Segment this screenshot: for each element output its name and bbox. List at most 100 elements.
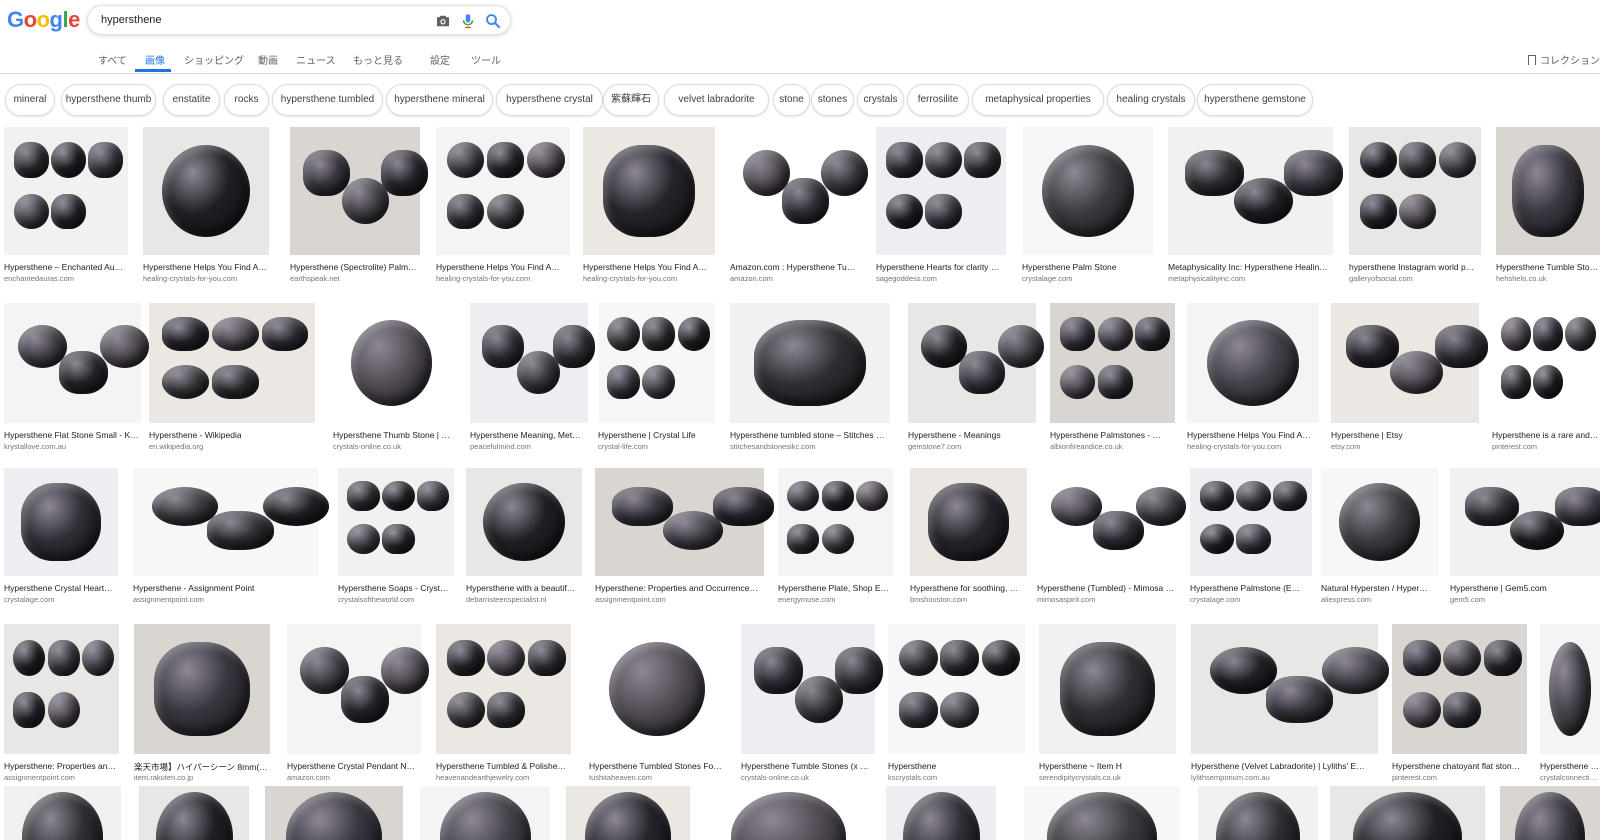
chip-7[interactable]: 紫蘇輝石 [603,84,659,116]
result-title[interactable]: Hypersthene: Properties and Occurrence… [595,583,774,593]
image-result[interactable]: Metaphysicality Inc: Hypersthene Healin…… [1168,127,1343,287]
result-source[interactable]: crystalconnection.com [1540,773,1600,782]
result-source[interactable]: serendipitycrystals.co.uk [1039,773,1186,782]
result-source[interactable]: etsy.com [1331,442,1489,451]
image-thumbnail[interactable] [287,624,430,754]
collections-link[interactable]: コレクション [1528,52,1600,67]
result-source[interactable]: debarristeenspecialist.nl [466,595,592,604]
image-thumbnail[interactable] [133,468,330,576]
result-title[interactable]: Hypersthene | C… [1540,761,1600,771]
image-result[interactable]: Hypersthene with a beautif… debarristeens… [466,468,582,608]
image-result[interactable] [265,786,403,840]
result-source[interactable]: amazon.com [730,274,870,283]
tab-news[interactable]: ニュース [296,52,336,67]
image-thumbnail[interactable] [910,468,1027,576]
result-source[interactable]: gem5.com [1450,595,1600,604]
result-source[interactable]: albionfireandice.co.uk [1050,442,1185,451]
image-thumbnail[interactable] [1349,127,1481,255]
image-result[interactable]: Hypersthene Soaps - Cryst… crystalsofthew… [338,468,454,608]
result-source[interactable]: healing-crystals-for-you.com [143,274,279,283]
image-thumbnail[interactable] [1191,624,1390,754]
result-title[interactable]: Amazon.com : Hypersthene Tu… [730,262,870,272]
result-source[interactable]: amazon.com [287,773,431,782]
result-title[interactable]: Hypersthene Tumbled & Polishe… [436,761,581,771]
image-result[interactable]: Hypersthene – Enchanted Au… enchantedaura… [4,127,128,287]
tab-shopping[interactable]: ショッピング [184,52,244,67]
result-source[interactable]: crystals-online.co.uk [741,773,885,782]
result-title[interactable]: Hypersthene (Velvet Labradorite) | Lylit… [1191,761,1388,771]
image-result[interactable] [1330,786,1485,840]
result-title[interactable]: Hypersthene - Assignment Point [133,583,328,593]
image-thumbnail[interactable] [595,468,775,576]
result-source[interactable]: pinterest.com [1392,773,1537,782]
result-source[interactable]: healing-crystals-for-you.com [583,274,725,283]
image-thumbnail[interactable] [1321,468,1438,576]
image-result[interactable]: Hypersthene | Gem5.com gem5.com [1450,468,1600,608]
image-result[interactable]: Hypersthene Crystal Heart… crystalage.com [4,468,118,608]
result-title[interactable]: Hypersthene is a rare and s… [1492,430,1600,440]
image-result[interactable]: Hypersthene Helps You Find A… healing-cry… [436,127,570,287]
image-thumbnail[interactable] [1039,624,1176,754]
image-result[interactable]: Hypersthene (Spectrolite) Palm… earthspea… [290,127,428,287]
image-thumbnail[interactable] [333,303,450,423]
result-title[interactable]: Hypersthene | Crystal Life [598,430,725,440]
image-result[interactable]: Hypersthene Flat Stone Small - K… krystal… [4,303,150,455]
image-result[interactable] [706,786,871,840]
image-thumbnail[interactable] [876,127,1006,255]
image-result[interactable]: Hypersthene | Crystal Life crystal-life.c… [598,303,715,455]
image-result[interactable]: Hypersthene ~ Item Hserendipitycrystals.… [1039,624,1176,786]
result-title[interactable]: Hypersthene | Etsy [1331,430,1489,440]
result-source[interactable]: peacefulmind.com [470,442,598,451]
image-thumbnail[interactable] [338,468,454,576]
search-box[interactable] [87,5,511,35]
result-title[interactable]: Hypersthene Tumbled Stones Fo… [589,761,735,771]
result-source[interactable]: earthspeak.net [290,274,430,283]
image-result[interactable] [4,786,121,840]
result-source[interactable]: krystallove.com.au [4,442,151,451]
chip-13[interactable]: metaphysical properties [972,84,1104,116]
result-title[interactable]: Hypersthene - Wikipedia [149,430,325,440]
result-title[interactable]: Hypersthene Helps You Find A… [143,262,279,272]
result-title[interactable]: Hypersthene Helps You Find A… [1187,430,1329,440]
image-result[interactable]: Hypersthene Helps You Find A… healing-cry… [143,127,269,287]
image-result[interactable]: Hypersthene Plate, Shop E… energymuse.com [778,468,893,608]
result-source[interactable]: mimosaspirit.com [1037,595,1188,604]
image-thumbnail[interactable] [436,127,570,255]
result-title[interactable]: Hypersthene – Enchanted Au… [4,262,138,272]
result-source[interactable]: hehshelo.co.uk [1496,274,1600,283]
result-title[interactable]: Hypersthene Flat Stone Small - K… [4,430,151,440]
result-title[interactable]: Hypersthene Tumble Stone… [1496,262,1600,272]
image-result[interactable]: Natural Hypersten / Hyper… aliexpress.com [1321,468,1438,608]
result-title[interactable]: Hypersthene tumbled stone – Stitches … [730,430,900,440]
result-source[interactable]: en.wikipedia.org [149,442,325,451]
image-result[interactable]: Hypersthene (Velvet Labradorite) | Lylit… [1191,624,1390,786]
result-title[interactable]: Hypersthene | Gem5.com [1450,583,1600,593]
chip-5[interactable]: hypersthene mineral [386,84,493,116]
image-thumbnail[interactable] [1392,624,1527,754]
image-result[interactable] [139,786,249,840]
result-title[interactable]: Hypersthene ~ Item H [1039,761,1186,771]
image-result[interactable]: Hypersthene - Wikipedia en.wikipedia.org [149,303,315,455]
image-thumbnail[interactable] [1496,127,1600,255]
result-source[interactable]: aliexpress.com [1321,595,1448,604]
result-title[interactable]: Hypersthene: Properties an… [4,761,129,771]
result-source[interactable]: kscrystals.com [888,773,1036,782]
result-source[interactable]: pinterest.com [1492,442,1600,451]
image-thumbnail[interactable] [4,468,118,576]
result-title[interactable]: Hypersthene Thumb Stone | … [333,430,460,440]
result-source[interactable]: healing-crystals-for-you.com [1187,442,1329,451]
result-source[interactable]: item.rakuten.co.jp [134,773,280,782]
image-result[interactable] [886,786,996,840]
google-logo[interactable]: Google [7,8,80,32]
image-thumbnail[interactable] [908,303,1044,423]
image-thumbnail[interactable] [466,468,582,576]
result-title[interactable]: hypersthene Instagram world p… [1349,262,1491,272]
result-source[interactable]: crystal-life.com [598,442,725,451]
image-result[interactable] [1024,786,1180,840]
result-title[interactable]: Hypersthene Palm Stone [1022,262,1164,272]
result-title[interactable]: Hypersthene - Meanings [908,430,1046,440]
result-source[interactable]: enchantedauras.com [4,274,138,283]
image-result[interactable]: Hypersthene Palmstone (E… crystalage.com [1190,468,1312,608]
chip-1[interactable]: hypersthene thumb [61,84,156,116]
result-title[interactable]: Hypersthene Helps You Find A… [436,262,580,272]
